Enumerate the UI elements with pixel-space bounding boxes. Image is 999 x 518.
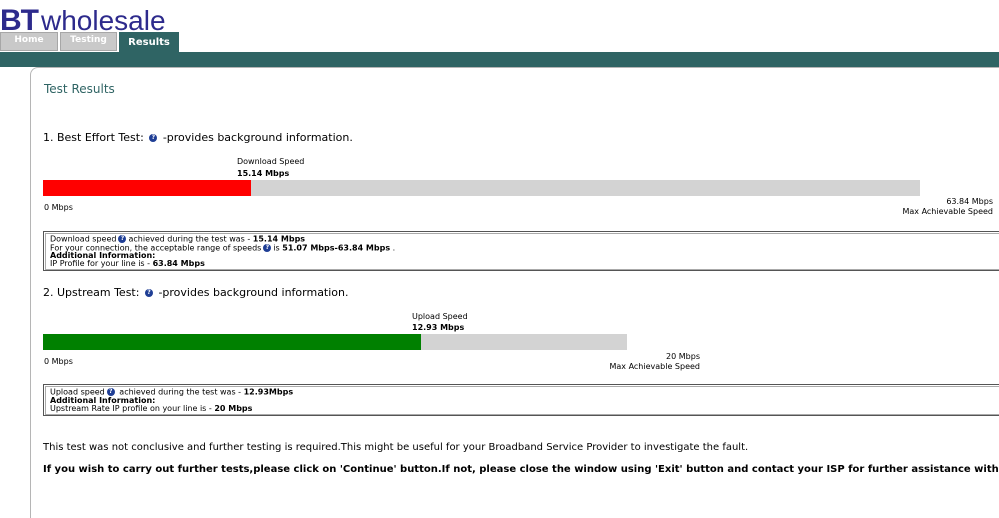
- upload-max-label: Max Achievable Speed: [609, 362, 700, 371]
- upstream-heading: 2. Upstream Test: ? -provides background…: [43, 286, 349, 299]
- upload-max-value: 20 Mbps: [666, 352, 700, 361]
- best-effort-heading-text: 1. Best Effort Test:: [43, 131, 144, 144]
- info-text: Upstream Rate IP profile on your line is…: [50, 403, 215, 413]
- upload-achieved-value: 12.93Mbps: [243, 387, 294, 397]
- download-speed-bar-track: [43, 180, 920, 196]
- download-info-box: Download speed? achieved during the test …: [43, 231, 999, 271]
- page-title: Test Results: [44, 82, 115, 96]
- ip-profile-value: 63.84 Mbps: [152, 259, 205, 268]
- download-info-content: Download speed? achieved during the test …: [45, 233, 999, 270]
- further-tests-notice: If you wish to carry out further tests,p…: [43, 464, 999, 475]
- upload-info-content: Upload speed? achieved during the test w…: [45, 386, 999, 415]
- download-speed-label: Download Speed: [237, 157, 305, 166]
- help-icon[interactable]: ?: [144, 289, 153, 297]
- bt-wholesale-logo: BT wholesale: [0, 4, 166, 37]
- info-text: .: [390, 243, 396, 252]
- tab-home[interactable]: Home: [0, 32, 58, 51]
- upstream-profile-line: Upstream Rate IP profile on your line is…: [50, 403, 999, 413]
- upload-speed-value: 12.93 Mbps: [412, 323, 465, 332]
- download-speed-value: 15.14 Mbps: [237, 169, 290, 178]
- upload-speed-bar-fill: [43, 334, 421, 350]
- acceptable-range-value: 51.07 Mbps-63.84 Mbps: [282, 243, 391, 252]
- help-icon[interactable]: ?: [149, 134, 158, 142]
- tab-testing[interactable]: Testing: [60, 32, 117, 51]
- upload-speed-label: Upload Speed: [412, 312, 468, 321]
- upstream-heading-text: 2. Upstream Test:: [43, 286, 140, 299]
- upstream-profile-value: 20 Mbps: [214, 403, 253, 413]
- help-icon[interactable]: ?: [263, 243, 272, 252]
- best-effort-heading-suffix: -provides background information.: [162, 131, 353, 144]
- ip-profile-line: IP Profile for your line is - 63.84 Mbps: [50, 260, 999, 268]
- info-text: is: [273, 243, 283, 252]
- upload-speed-bar-track: [43, 334, 627, 350]
- download-max-label: Max Achievable Speed: [902, 207, 993, 216]
- upload-min-label: 0 Mbps: [44, 357, 73, 366]
- download-range-line: For your connection, the acceptable rang…: [50, 243, 999, 253]
- tab-results[interactable]: Results: [119, 32, 179, 52]
- best-effort-heading: 1. Best Effort Test: ? -provides backgro…: [43, 131, 353, 144]
- info-text: IP Profile for your line is -: [50, 259, 153, 268]
- upload-info-line: Upload speed? achieved during the test w…: [50, 388, 999, 397]
- header-band: [0, 52, 999, 67]
- upload-info-box: Upload speed? achieved during the test w…: [43, 384, 999, 416]
- inconclusive-notice: This test was not conclusive and further…: [43, 442, 749, 453]
- upstream-heading-suffix: -provides background information.: [158, 286, 349, 299]
- help-icon[interactable]: ?: [118, 235, 127, 243]
- download-speed-bar-fill: [43, 180, 251, 196]
- download-max-value: 63.84 Mbps: [946, 197, 993, 206]
- download-min-label: 0 Mbps: [44, 203, 73, 212]
